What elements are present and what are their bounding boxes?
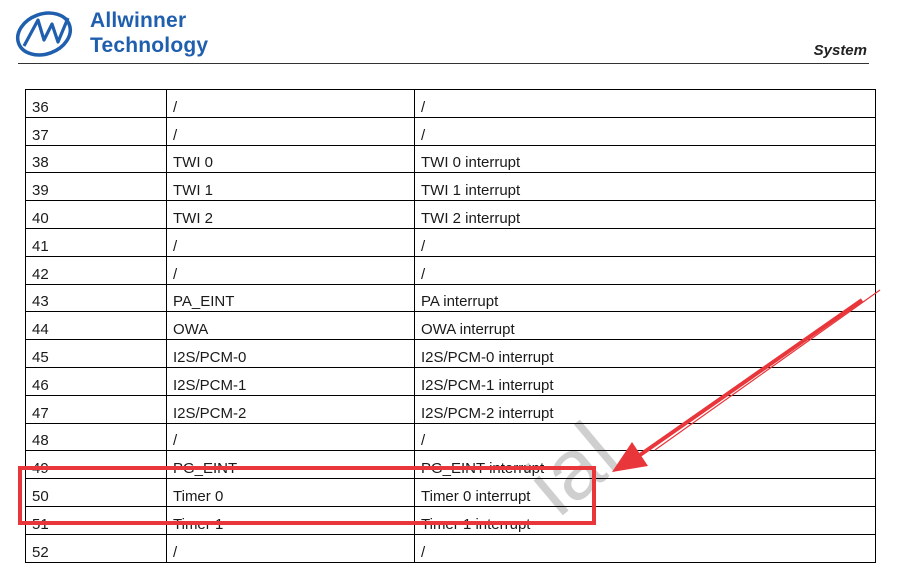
brand-line-2: Technology [90,34,209,57]
irq-source-cell: TWI 1 [166,172,415,202]
irq-source-cell: TWI 2 [166,200,415,229]
irq-source-cell: I2S/PCM-1 [166,366,415,396]
irq-source-cell: I2S/PCM-0 [166,339,415,368]
irq-source-cell: / [166,255,415,285]
irq-description-cell: TWI 0 interrupt [414,144,876,174]
table-row: 36// [25,89,876,118]
table-row: 52// [25,533,876,563]
irq-number-cell: 40 [25,200,167,229]
irq-description-cell: I2S/PCM-2 interrupt [414,394,876,424]
irq-number-cell: 43 [25,283,167,313]
irq-description-cell: / [414,89,876,118]
table-row: 44 OWA OWA interrupt [25,311,876,341]
irq-source-cell: OWA [166,311,415,341]
irq-number-cell: 41 [25,227,167,257]
table-row: 41// [25,227,876,257]
brand-name: Allwinner Technology [90,8,208,58]
section-title: System [813,42,867,59]
irq-number-cell: 47 [25,394,167,424]
table-row: 42// [25,255,876,285]
irq-source-cell: / [166,89,415,118]
irq-number-cell: 48 [25,422,167,452]
irq-number-cell: 52 [25,533,167,563]
irq-description-cell: TWI 2 interrupt [414,200,876,229]
irq-description-cell: I2S/PCM-0 interrupt [414,339,876,368]
irq-source-cell: I2S/PCM-2 [166,394,415,424]
table-row: 38 TWI 0 TWI 0 interrupt [25,144,876,174]
table-row: 45 I2S/PCM-0 I2S/PCM-0 interrupt [25,339,876,368]
irq-description-cell: / [414,116,876,146]
irq-description-cell: / [414,533,876,563]
irq-description-cell: I2S/PCM-1 interrupt [414,366,876,396]
table-row: 43 PA_EINT PA interrupt [25,283,876,313]
irq-number-cell: 39 [25,172,167,202]
irq-number-cell: 37 [25,116,167,146]
table-row: 46 I2S/PCM-1 I2S/PCM-1 interrupt [25,366,876,396]
irq-source-cell: / [166,227,415,257]
header-divider [18,63,869,64]
table-row: 47 I2S/PCM-2 I2S/PCM-2 interrupt [25,394,876,424]
table-row: 48// [25,422,876,452]
table-row: 40 TWI 2 TWI 2 interrupt [25,200,876,229]
brand-line-1: Allwinner [90,9,187,32]
irq-number-cell: 46 [25,366,167,396]
irq-description-cell: TWI 1 interrupt [414,172,876,202]
irq-description-cell: / [414,422,876,452]
table-row: 39 TWI 1 TWI 1 interrupt [25,172,876,202]
highlight-box [18,466,596,525]
irq-description-cell: / [414,227,876,257]
irq-source-cell: / [166,533,415,563]
irq-number-cell: 36 [25,89,167,118]
table-row: 37// [25,116,876,146]
irq-number-cell: 42 [25,255,167,285]
irq-number-cell: 38 [25,144,167,174]
allwinner-logo-icon [15,11,73,57]
allwinner-logo: Allwinner Technology [14,8,214,60]
irq-description-cell: OWA interrupt [414,311,876,341]
irq-source-cell: PA_EINT [166,283,415,313]
irq-description-cell: PA interrupt [414,283,876,313]
irq-source-cell: / [166,422,415,452]
irq-number-cell: 44 [25,311,167,341]
irq-description-cell: / [414,255,876,285]
irq-source-cell: / [166,116,415,146]
irq-number-cell: 45 [25,339,167,368]
irq-source-cell: TWI 0 [166,144,415,174]
